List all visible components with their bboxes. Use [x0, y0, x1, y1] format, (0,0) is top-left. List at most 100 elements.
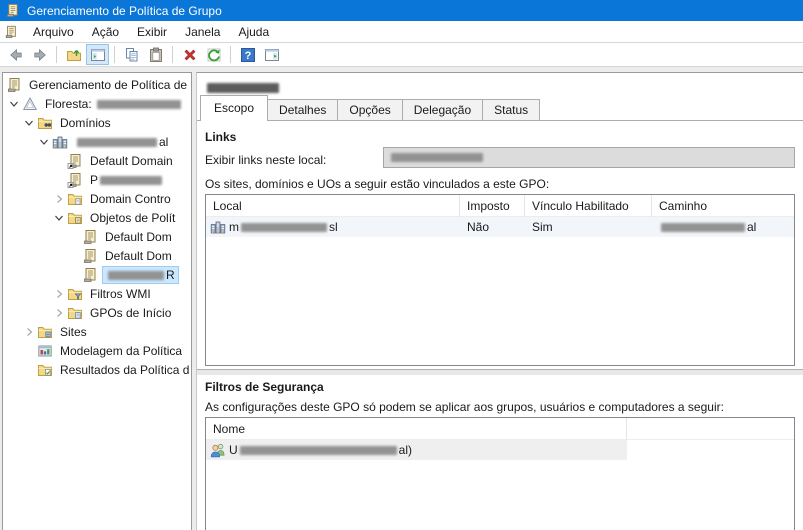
security-table-header: Nome — [206, 418, 794, 440]
starter-gpo-folder-icon — [67, 305, 83, 321]
redacted-text — [661, 223, 745, 232]
tree-item-forest[interactable]: Floresta: — [3, 94, 191, 113]
chevron-down-icon[interactable] — [6, 96, 22, 112]
forest-icon — [22, 96, 38, 112]
gpo-icon — [82, 229, 98, 245]
tree-item-sites[interactable]: Sites — [3, 322, 191, 341]
tree-item-label: Default Dom — [102, 229, 175, 245]
tree-item-default-domain-gpo-1[interactable]: Default Dom — [3, 227, 191, 246]
security-name-cell: Ual) — [206, 440, 627, 460]
column-header-imposto[interactable]: Imposto — [460, 195, 525, 217]
tree-item-gpos-de-inicio[interactable]: GPOs de Início — [3, 303, 191, 322]
menu-exibir[interactable]: Exibir — [128, 22, 176, 42]
copy-button[interactable] — [120, 44, 143, 65]
tree-item-default-domain-gpo-2[interactable]: Default Dom — [3, 246, 191, 265]
copy-icon — [124, 47, 140, 63]
tree-item-domain-controllers[interactable]: Domain Contro — [3, 189, 191, 208]
tree-item-domain[interactable]: al — [3, 132, 191, 151]
tree-item-modelagem[interactable]: Modelagem da Política — [3, 341, 191, 360]
gpo-folder-icon — [67, 210, 83, 226]
forward-button[interactable] — [28, 44, 51, 65]
gpo-icon — [82, 267, 98, 283]
back-icon — [8, 47, 24, 63]
gpmc-window: Gerenciamento de Política de Grupo Arqui… — [0, 0, 803, 530]
paste-button[interactable] — [144, 44, 167, 65]
tab-status[interactable]: Status — [482, 99, 540, 121]
links-table-row[interactable]: msl Não Sim al — [206, 217, 794, 237]
link-local-cell: msl — [206, 217, 460, 237]
delete-button[interactable] — [178, 44, 201, 65]
users-icon — [210, 442, 226, 458]
tree-item-default-domain-policy[interactable]: Default Domain — [3, 151, 191, 170]
tree-item-label: P — [87, 172, 167, 188]
console-icon[interactable] — [4, 25, 18, 39]
redacted-text — [391, 153, 483, 162]
up-one-level-button[interactable] — [62, 44, 85, 65]
column-header-nome[interactable]: Nome — [206, 418, 627, 440]
link-vinculo-cell: Sim — [525, 217, 652, 237]
security-table-row[interactable]: Ual) — [206, 440, 627, 460]
tab-opcoes[interactable]: Opções — [337, 99, 402, 121]
domain-icon — [52, 134, 68, 150]
help-button[interactable] — [236, 44, 259, 65]
tree-item-gpmc-root[interactable]: Gerenciamento de Política de — [3, 75, 191, 94]
tree-item-gpo-link-redacted[interactable]: P — [3, 170, 191, 189]
menu-janela[interactable]: Janela — [176, 22, 229, 42]
links-location-combobox[interactable] — [383, 147, 795, 168]
tree-item-selected-gpo[interactable]: R — [3, 265, 191, 284]
tree-item-label: Resultados da Política d — [57, 362, 192, 378]
tree-item-label: Floresta: — [42, 96, 186, 112]
section-splitter[interactable] — [197, 369, 803, 376]
menu-arquivo[interactable]: Arquivo — [24, 22, 83, 42]
menu-acao[interactable]: Ação — [83, 22, 128, 42]
column-header-vinculo-habilitado[interactable]: Vínculo Habilitado — [525, 195, 652, 217]
chevron-right-icon[interactable] — [51, 286, 67, 302]
back-button[interactable] — [4, 44, 27, 65]
redacted-text — [108, 271, 164, 280]
tree-item-label: Filtros WMI — [87, 286, 154, 302]
tree-item-label: GPOs de Início — [87, 305, 174, 321]
tab-detalhes[interactable]: Detalhes — [267, 99, 338, 121]
column-header-caminho[interactable]: Caminho — [652, 195, 794, 217]
links-location-label: Exibir links neste local: — [205, 153, 326, 167]
menu-bar: Arquivo Ação Exibir Janela Ajuda — [0, 21, 803, 43]
tree-item-label: Gerenciamento de Política de — [26, 77, 190, 93]
redacted-text — [97, 100, 181, 109]
redacted-text — [77, 138, 157, 147]
tab-escopo[interactable]: Escopo — [200, 95, 268, 121]
tree-item-dominios[interactable]: Domínios — [3, 113, 191, 132]
help-icon — [240, 47, 256, 63]
chevron-down-icon[interactable] — [51, 210, 67, 226]
chevron-down-icon[interactable] — [36, 134, 52, 150]
show-console-tree-button[interactable] — [86, 44, 109, 65]
policy-results-icon — [37, 362, 53, 378]
tree-item-label: Domínios — [57, 115, 114, 131]
domain-icon — [210, 219, 226, 235]
gpo-link-icon — [67, 172, 83, 188]
delete-x-icon — [182, 47, 198, 63]
title-bar[interactable]: Gerenciamento de Política de Grupo — [0, 0, 803, 21]
menu-ajuda[interactable]: Ajuda — [229, 22, 278, 42]
tree-item-label: Objetos de Polít — [87, 210, 178, 226]
domains-folder-icon — [37, 115, 53, 131]
console-tree-icon — [90, 47, 106, 63]
tree-item-resultados[interactable]: Resultados da Política d — [3, 360, 191, 379]
toolbar — [0, 43, 803, 67]
tree-item-objetos-de-politica[interactable]: Objetos de Polít — [3, 208, 191, 227]
toolbar-separator — [230, 46, 231, 63]
links-table: Local Imposto Vínculo Habilitado Caminho… — [205, 194, 795, 366]
chevron-down-icon[interactable] — [21, 115, 37, 131]
tree-item-label-selected: R — [102, 266, 179, 284]
tree-item-filtros-wmi[interactable]: Filtros WMI — [3, 284, 191, 303]
chevron-right-icon[interactable] — [21, 324, 37, 340]
column-header-local[interactable]: Local — [206, 195, 460, 217]
chevron-right-icon[interactable] — [51, 191, 67, 207]
redacted-text — [241, 223, 327, 232]
refresh-button[interactable] — [202, 44, 225, 65]
paste-icon — [148, 47, 164, 63]
chevron-right-icon[interactable] — [51, 305, 67, 321]
tab-delegacao[interactable]: Delegação — [402, 99, 483, 121]
show-action-pane-button[interactable] — [260, 44, 283, 65]
up-folder-icon — [66, 47, 82, 63]
tree-item-label: Modelagem da Política — [57, 343, 185, 359]
